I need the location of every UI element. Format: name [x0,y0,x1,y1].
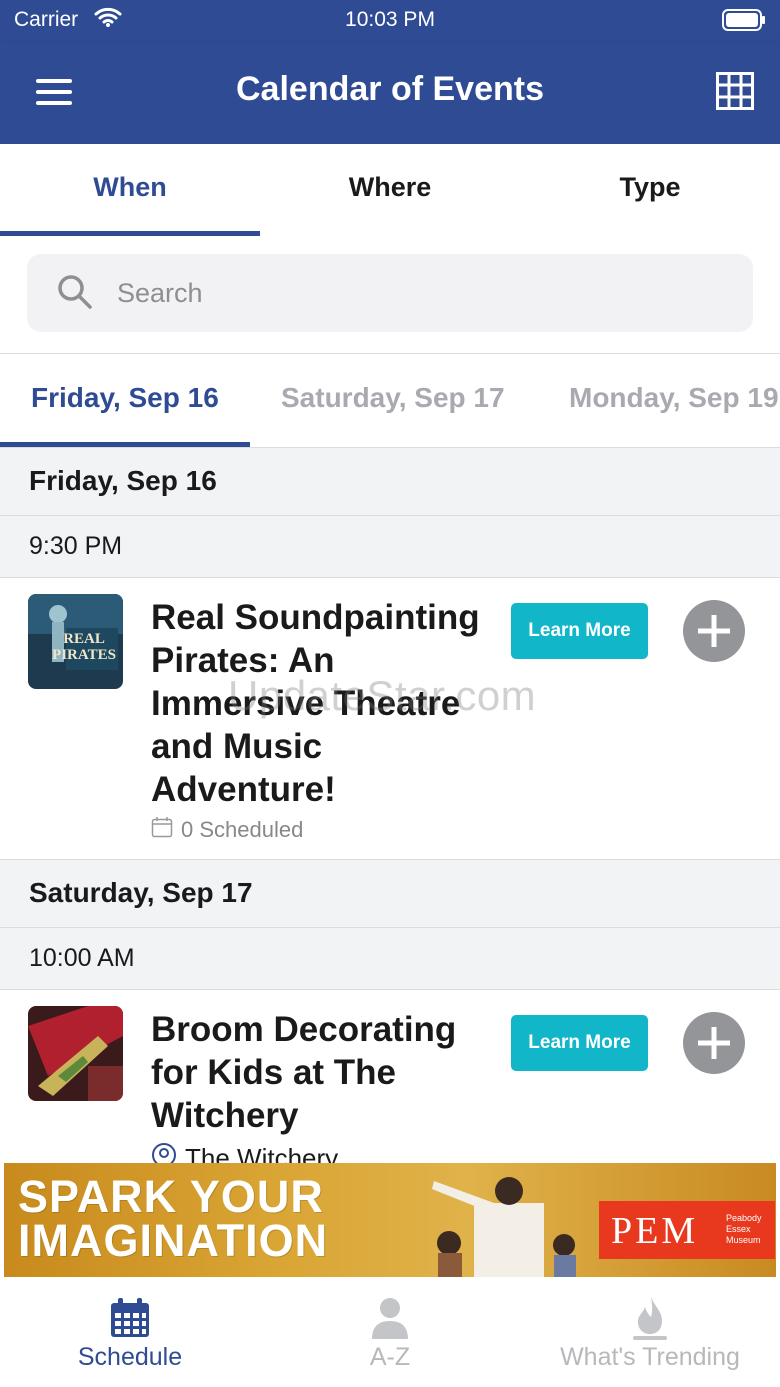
page-title: Calendar of Events [236,70,544,108]
ad-headline-line2: IMAGINATION [18,1215,329,1266]
day-header: Friday, Sep 16 [0,448,780,516]
tab-a-z[interactable]: A-Z [260,1277,520,1387]
pem-logo-letters: PEM [611,1210,699,1252]
grid-icon[interactable] [716,72,754,110]
tab-whats-trending[interactable]: What's Trending [520,1277,780,1387]
event-title[interactable]: Broom Decorating for Kids at The Witcher… [151,1008,496,1137]
flame-icon [633,1297,667,1340]
nav-bar: Calendar of Events [0,42,780,144]
ad-banner[interactable]: SPARK YOUR IMAGINATION PEM Peabody Essex… [4,1163,776,1277]
date-tabs: Friday, Sep 16 Saturday, Sep 17 Monday, … [0,354,780,448]
search-input[interactable] [117,268,717,318]
date-tab-indicator [0,442,250,447]
pem-logo-subtitle: Peabody Essex Museum [726,1213,762,1245]
event-thumbnail: REAL PIRATES [28,594,123,689]
time-header: 10:00 AM [0,928,780,990]
event-location: The Witchery [185,1142,339,1164]
calendar-small-icon [151,816,173,844]
tab-where[interactable]: Where [260,144,520,236]
ad-people-image [432,1177,576,1277]
location-pin-icon [151,1142,177,1163]
tab-schedule-label: Schedule [77,1343,183,1371]
search-icon [57,274,93,315]
search-container [0,236,780,354]
learn-more-button[interactable]: Learn More [511,603,648,659]
ad-headline-line1: SPARK YOUR [18,1171,324,1222]
bottom-tab-bar: Schedule A-Z What's Trending [0,1277,780,1387]
day-header: Saturday, Sep 17 [0,860,780,928]
person-icon [372,1298,408,1339]
date-tab-sep19[interactable]: Monday, Sep 19 [569,354,779,447]
thumbnail-text: REAL PIRATES [52,631,116,663]
learn-more-button[interactable]: Learn More [511,1015,648,1071]
watermark: UpdateStar.com [228,672,537,719]
status-time: 10:03 PM [345,8,435,31]
time-header: 9:30 PM [0,516,780,578]
tab-a-z-label: A-Z [369,1343,411,1371]
scheduled-count: 0 Scheduled [181,817,304,842]
add-to-schedule-icon[interactable] [683,600,745,662]
tab-type[interactable]: Type [520,144,780,236]
battery-icon [722,9,766,37]
pem-logo: PEM Peabody Essex Museum [599,1201,775,1259]
add-to-schedule-icon[interactable] [683,1012,745,1074]
event-thumbnail [28,1006,123,1101]
search-box [27,254,753,332]
date-tab-sep16[interactable]: Friday, Sep 16 [31,354,219,447]
event-item[interactable]: Broom Decorating for Kids at The Witcher… [0,990,780,1163]
event-list[interactable]: Friday, Sep 16 9:30 PM REAL PIRATES Real… [0,448,780,1163]
tab-when[interactable]: When [0,144,260,236]
event-meta: 0 Scheduled [151,816,303,844]
ad-headline: SPARK YOUR IMAGINATION [18,1171,329,1266]
date-tab-sep17[interactable]: Saturday, Sep 17 [281,354,505,447]
status-bar: Carrier 10:03 PM [0,0,780,42]
tab-schedule[interactable]: Schedule [0,1277,260,1387]
calendar-icon [111,1298,149,1337]
event-meta: The Witchery [151,1142,338,1163]
filter-tabs: When Where Type [0,144,780,236]
tab-whats-trending-label: What's Trending [560,1343,740,1371]
